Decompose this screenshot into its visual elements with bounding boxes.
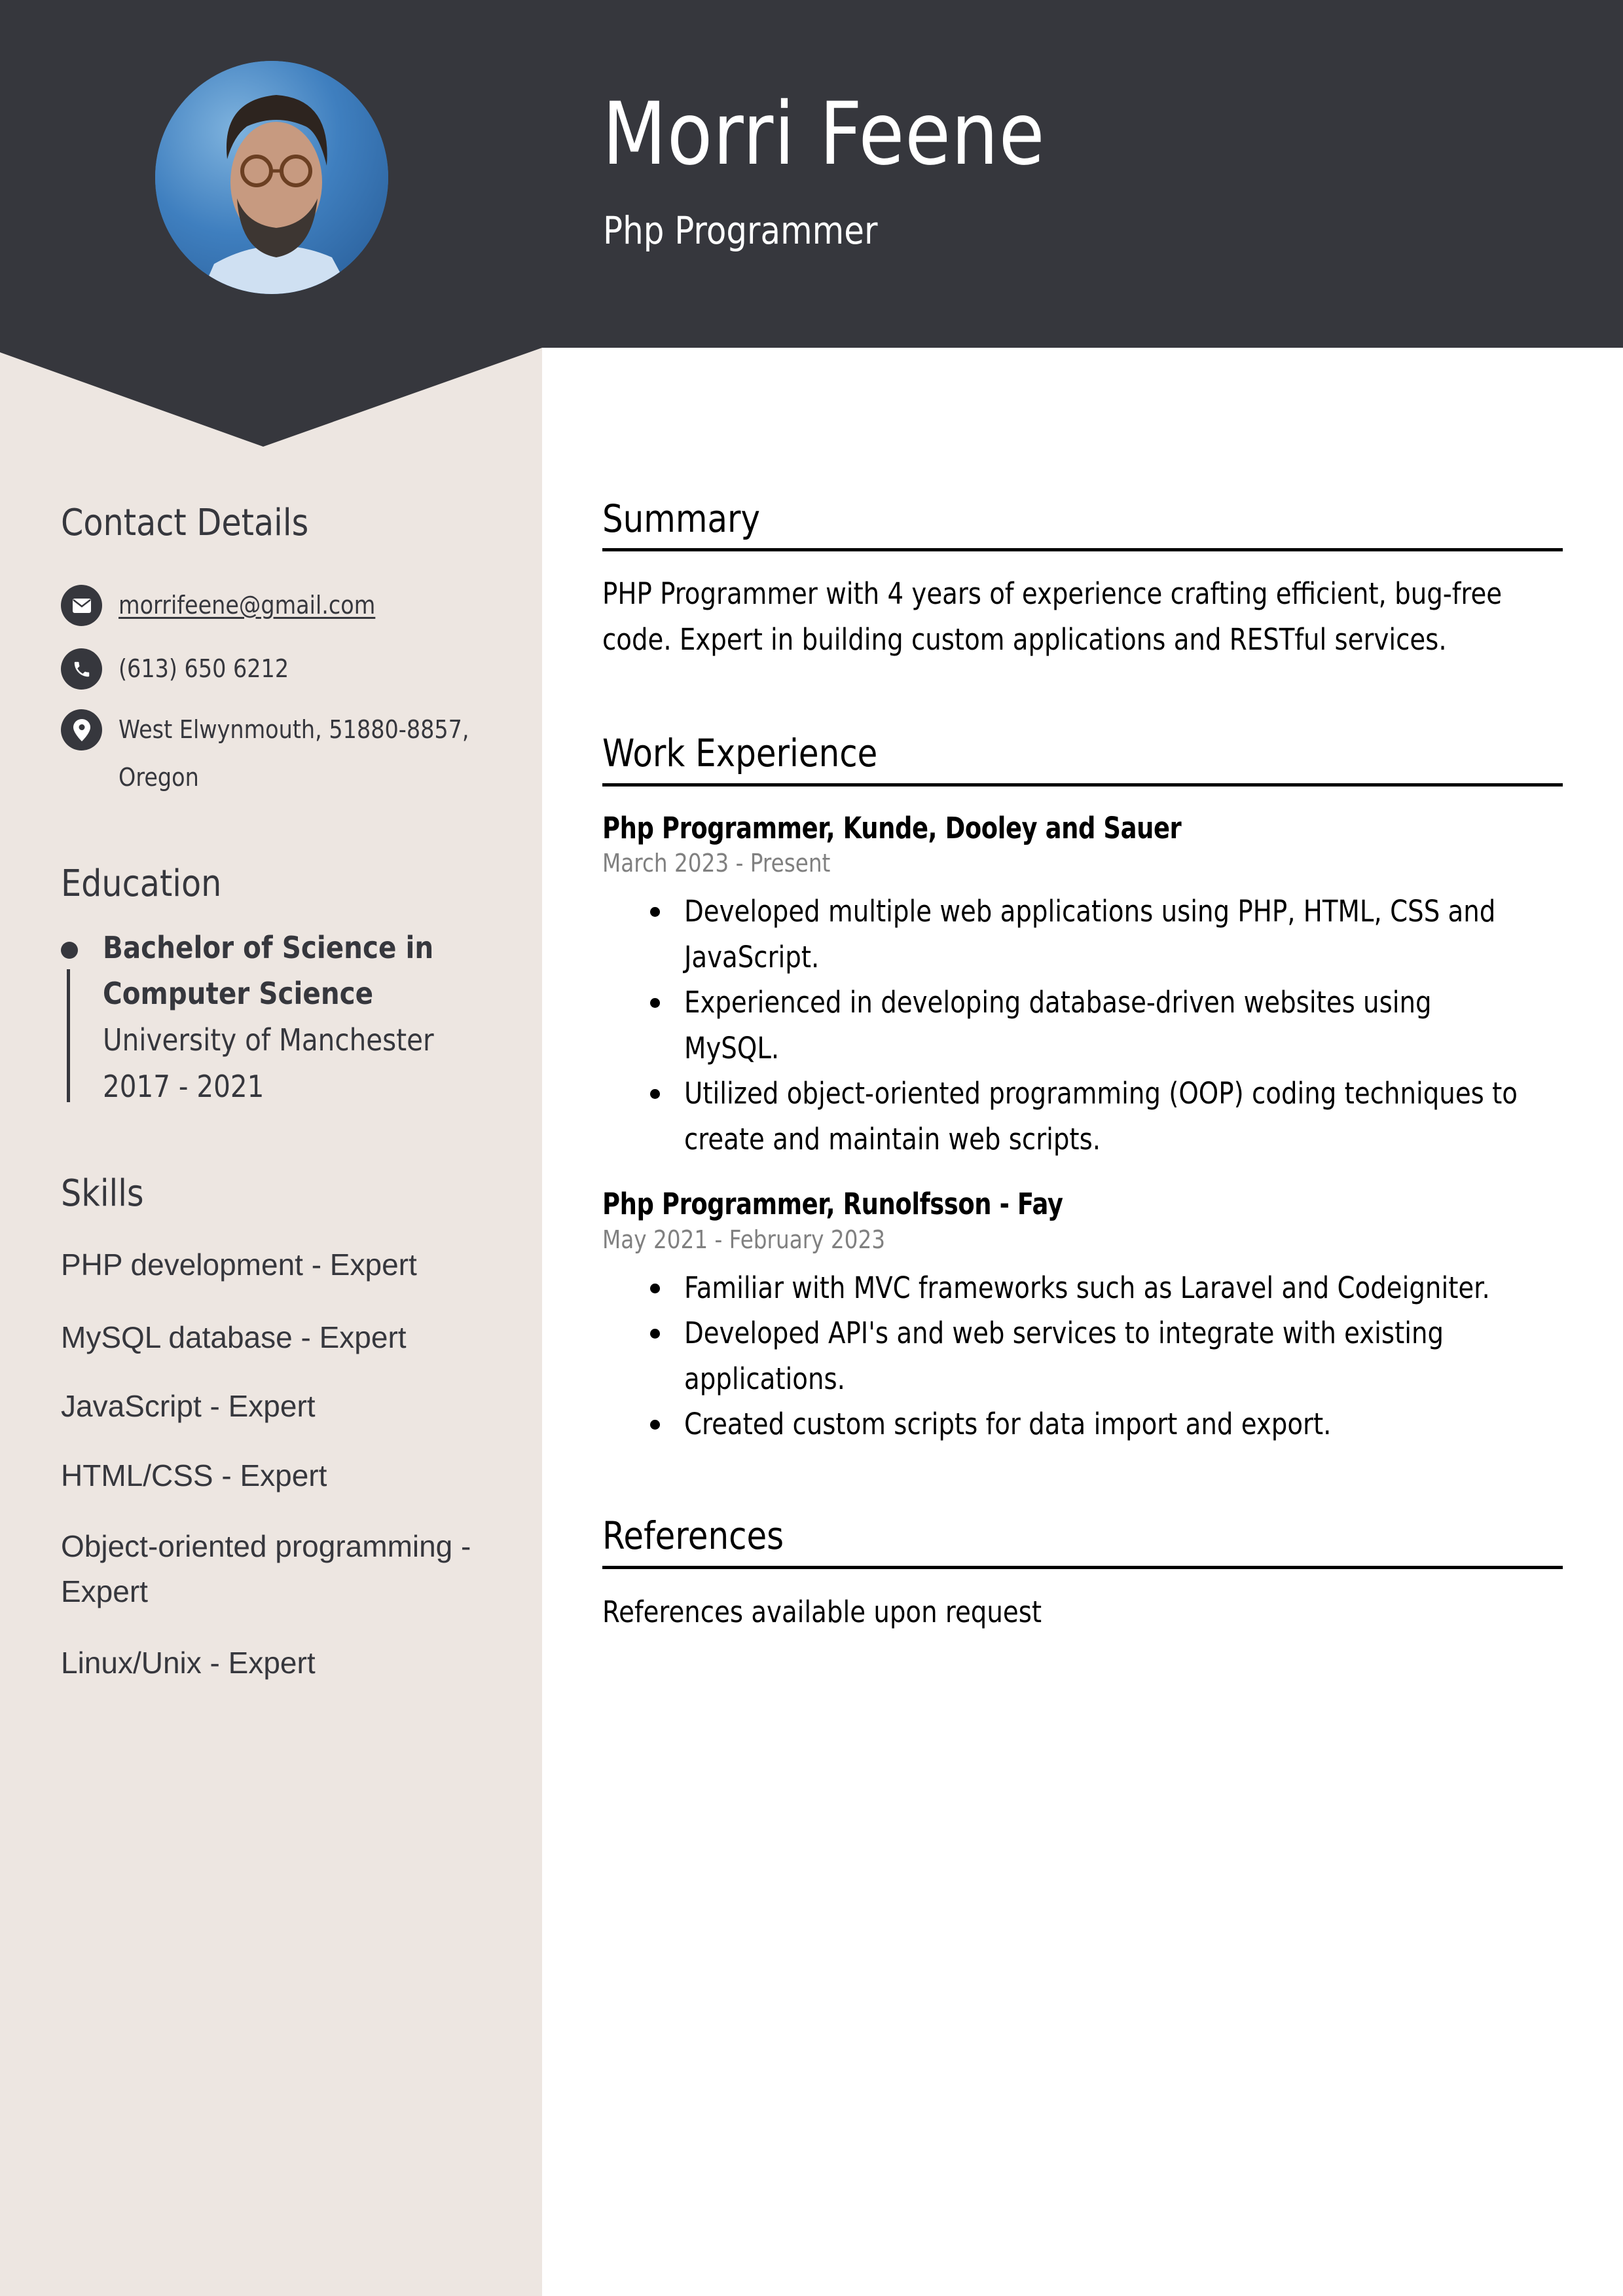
contact-heading: Contact Details [61, 502, 309, 544]
skill-item: Object-oriented programming - [61, 1529, 471, 1563]
job-2-bullet-2-line-2: applications. [684, 1361, 845, 1396]
candidate-title: Php Programmer [603, 208, 878, 253]
job-dates-1: March 2023 - Present [602, 849, 831, 878]
references-divider [602, 1566, 1563, 1569]
timeline-line [67, 969, 70, 1102]
job-1-bullet-1-line-1: Developed multiple web applications usin… [684, 894, 1496, 929]
job-1-bullet-2-line-2: MySQL. [684, 1031, 780, 1065]
avatar-portrait [155, 61, 388, 294]
job-1-bullet-3-line-1: Utilized object-oriented programming (OO… [684, 1076, 1518, 1111]
degree-line-1: Bachelor of Science in [103, 930, 434, 965]
skill-item: MySQL database - Expert [61, 1320, 407, 1354]
skills-heading: Skills [61, 1172, 144, 1215]
bullet-icon [650, 998, 660, 1008]
phone-number: (613) 650 6212 [119, 654, 289, 683]
education-years: 2017 - 2021 [103, 1069, 264, 1104]
job-dates-2: May 2021 - February 2023 [602, 1225, 886, 1254]
envelope-icon [61, 585, 102, 626]
school-name: University of Manchester [103, 1022, 434, 1058]
skill-item-continued: Expert [61, 1574, 148, 1608]
references-heading: References [602, 1513, 784, 1558]
education-heading: Education [61, 862, 222, 905]
work-divider [602, 783, 1563, 787]
summary-divider [602, 548, 1563, 551]
summary-line-2: code. Expert in building custom applicat… [602, 622, 1447, 657]
bullet-icon [650, 1284, 660, 1293]
job-2-bullet-2-line-1: Developed API's and web services to inte… [684, 1316, 1444, 1350]
job-2-bullet-3-line-1: Created custom scripts for data import a… [684, 1407, 1332, 1441]
summary-heading: Summary [602, 496, 761, 541]
bullet-icon [650, 1089, 660, 1099]
skill-item: HTML/CSS - Expert [61, 1458, 327, 1492]
summary-line-1: PHP Programmer with 4 years of experienc… [602, 576, 1503, 611]
bullet-icon [650, 1420, 660, 1430]
job-2-bullet-1-line-1: Familiar with MVC frameworks such as Lar… [684, 1270, 1490, 1305]
email-link[interactable]: morrifeene@gmail.com [119, 582, 375, 629]
degree-line-2: Computer Science [103, 976, 374, 1011]
job-title-1: Php Programmer, Kunde, Dooley and Sauer [602, 811, 1182, 845]
bullet-icon [650, 1329, 660, 1339]
skill-item: Linux/Unix - Expert [61, 1646, 316, 1680]
job-1-bullet-2-line-1: Experienced in developing database-drive… [684, 985, 1432, 1020]
bullet-icon [650, 907, 660, 917]
timeline-dot [61, 942, 78, 959]
profile-photo [155, 61, 388, 294]
skill-item: JavaScript - Expert [61, 1389, 316, 1423]
location-pin-icon [61, 709, 102, 750]
work-experience-heading: Work Experience [602, 731, 878, 775]
address-line-2: Oregon [119, 763, 199, 792]
header-chevron [0, 347, 542, 447]
contact-phone-row: (613) 650 6212 [61, 648, 312, 693]
job-title-2: Php Programmer, Runolfsson - Fay [602, 1187, 1063, 1221]
references-text: References available upon request [602, 1595, 1042, 1629]
address-line-1: West Elwynmouth, 51880-8857, [119, 715, 469, 744]
job-1-bullet-3-line-2: create and maintain web scripts. [684, 1122, 1101, 1157]
candidate-name: Morri Feene [602, 84, 1046, 185]
contact-address-row: West Elwynmouth, 51880-8857, Oregon [61, 709, 517, 802]
skill-item: PHP development - Expert [61, 1248, 417, 1282]
contact-email-row[interactable]: morrifeene@gmail.com [61, 585, 410, 629]
phone-icon [61, 648, 102, 690]
job-1-bullet-1-line-2: JavaScript. [684, 940, 820, 974]
